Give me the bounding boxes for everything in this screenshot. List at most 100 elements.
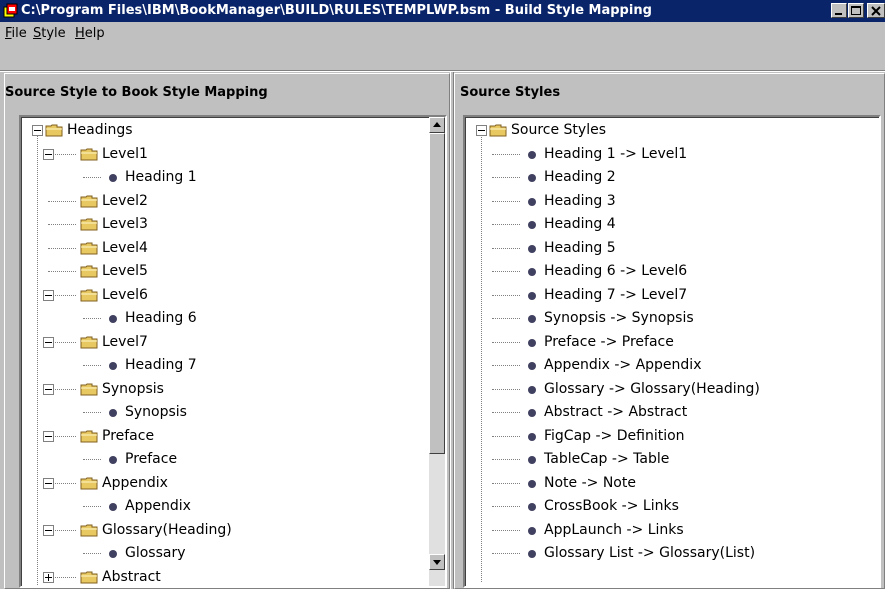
- tree-folder-node[interactable]: Level7: [21, 331, 429, 354]
- folder-icon: [489, 124, 507, 137]
- tree-leaf-node[interactable]: Appendix: [21, 495, 429, 518]
- folder-icon: [80, 383, 98, 396]
- tree-connector: [492, 553, 520, 554]
- tree-leaf-node[interactable]: Heading 2: [465, 166, 879, 189]
- bullet-icon: [528, 150, 536, 159]
- tree-connector: [492, 412, 520, 413]
- bullet-icon: [109, 315, 117, 323]
- source-styles-tree[interactable]: Source Styles Heading 1 -> Level1 Heading …: [465, 117, 879, 586]
- tree-leaf-node[interactable]: Heading 6 -> Level6: [465, 260, 879, 283]
- bullet-icon: [528, 174, 536, 182]
- scroll-up-button[interactable]: [429, 117, 445, 133]
- menu-file[interactable]: File: [5, 26, 27, 41]
- tree-leaf-node[interactable]: Appendix -> Appendix: [465, 354, 879, 377]
- vertical-scrollbar[interactable]: [429, 117, 445, 586]
- tree-leaf-node[interactable]: Heading 5: [465, 237, 879, 260]
- tree-connector: [492, 177, 520, 178]
- tree-leaf-node[interactable]: Preface: [21, 448, 429, 471]
- tree-folder-node[interactable]: Abstract: [21, 566, 429, 587]
- tree-node-label: Heading 1: [125, 169, 197, 185]
- tree-folder-node[interactable]: Level4: [21, 237, 429, 260]
- tree-folder-node[interactable]: Appendix: [21, 472, 429, 495]
- tree-folder-node[interactable]: Synopsis: [21, 378, 429, 401]
- tree-folder-node[interactable]: Level2: [21, 190, 429, 213]
- folder-icon: [80, 524, 98, 537]
- collapse-icon[interactable]: [43, 336, 54, 348]
- tree-folder-node[interactable]: Preface: [21, 425, 429, 448]
- collapse-icon[interactable]: [43, 524, 54, 536]
- scroll-thumb[interactable]: [429, 133, 445, 454]
- mapping-tree-frame: Headings Level1 Heading 1 Level2 Level3 Level…: [19, 115, 447, 588]
- tree-leaf-node[interactable]: Preface -> Preface: [465, 331, 879, 354]
- tree-node-label: FigCap -> Definition: [544, 427, 685, 444]
- tree-leaf-node[interactable]: Abstract -> Abstract: [465, 401, 879, 424]
- tree-leaf-node[interactable]: AppLaunch -> Links: [465, 519, 879, 542]
- tree-leaf-node[interactable]: Glossary List -> Glossary(List): [465, 542, 879, 565]
- tree-leaf-node[interactable]: Glossary -> Glossary(Heading): [465, 378, 879, 401]
- tree-leaf-node[interactable]: Synopsis -> Synopsis: [465, 307, 879, 330]
- tree-folder-node[interactable]: Source Styles: [465, 119, 879, 142]
- tree-leaf-node[interactable]: Heading 7: [21, 354, 429, 377]
- expand-icon[interactable]: [43, 571, 54, 583]
- bullet-icon: [528, 503, 536, 511]
- tree-node-label: Level3: [102, 216, 148, 232]
- tree-leaf-node[interactable]: Heading 1: [21, 166, 429, 189]
- bullet-icon: [528, 385, 536, 394]
- tree-folder-node[interactable]: Level6: [21, 284, 429, 307]
- tree-node-label: Level1: [102, 145, 148, 162]
- tree-leaf-node[interactable]: CrossBook -> Links: [465, 495, 879, 518]
- tree-node-label: Abstract: [102, 568, 161, 585]
- tree-leaf-node[interactable]: Heading 4: [465, 213, 879, 236]
- folder-icon: [80, 218, 98, 231]
- scroll-down-button[interactable]: [429, 554, 445, 570]
- tree-leaf-node[interactable]: Heading 6: [21, 307, 429, 330]
- maximize-button[interactable]: [848, 3, 864, 18]
- tree-node-label: Synopsis: [125, 404, 187, 420]
- tree-leaf-node[interactable]: Note -> Note: [465, 472, 879, 495]
- minimize-button[interactable]: [831, 3, 847, 18]
- menu-style[interactable]: Style: [33, 26, 66, 41]
- bullet-icon: [528, 291, 536, 300]
- tree-node-label: Glossary: [125, 545, 186, 561]
- bullet-icon: [109, 409, 117, 417]
- bullet-icon: [528, 362, 536, 370]
- tree-leaf-node[interactable]: Heading 7 -> Level7: [465, 284, 879, 307]
- mapping-tree[interactable]: Headings Level1 Heading 1 Level2 Level3 Level…: [21, 117, 429, 586]
- menu-help[interactable]: Help: [75, 26, 105, 41]
- tree-folder-node[interactable]: Level3: [21, 213, 429, 236]
- tree-leaf-node[interactable]: TableCap -> Table: [465, 448, 879, 471]
- arrow-up-icon: [433, 122, 441, 127]
- toolbar-separator: [0, 70, 885, 72]
- tree-leaf-node[interactable]: FigCap -> Definition: [465, 425, 879, 448]
- tree-leaf-node[interactable]: Glossary: [21, 542, 429, 565]
- tree-guide-line: [481, 135, 482, 582]
- tree-node-label: Appendix: [102, 474, 168, 491]
- tree-connector: [48, 224, 76, 225]
- tree-node-label: CrossBook -> Links: [544, 498, 679, 514]
- collapse-icon[interactable]: [43, 289, 54, 301]
- close-button[interactable]: [867, 3, 885, 18]
- tree-node-label: Level5: [102, 263, 148, 279]
- collapse-icon[interactable]: [43, 430, 54, 442]
- tree-leaf-node[interactable]: Heading 1 -> Level1: [465, 143, 879, 166]
- tree-folder-node[interactable]: Level5: [21, 260, 429, 283]
- tree-folder-node[interactable]: Headings: [21, 119, 429, 142]
- source-styles-panel: Source Styles Source Styles Heading 1 -> …: [454, 73, 885, 589]
- collapse-icon[interactable]: [43, 383, 54, 395]
- tree-node-label: Level4: [102, 239, 148, 256]
- tree-node-label: Heading 7 -> Level7: [544, 286, 688, 303]
- tree-connector: [492, 388, 520, 390]
- title-bar: C:\Program Files\IBM\BookManager\BUILD\R…: [0, 0, 885, 22]
- tree-connector: [492, 200, 520, 202]
- tree-leaf-node[interactable]: Heading 3: [465, 190, 879, 213]
- folder-icon: [45, 124, 63, 137]
- tree-node-label: AppLaunch -> Links: [544, 521, 684, 538]
- tree-leaf-node[interactable]: Synopsis: [21, 401, 429, 424]
- bullet-icon: [109, 174, 117, 182]
- app-icon[interactable]: [3, 3, 19, 19]
- folder-icon: [80, 148, 98, 161]
- collapse-icon[interactable]: [43, 477, 54, 489]
- collapse-icon[interactable]: [43, 148, 54, 160]
- tree-folder-node[interactable]: Level1: [21, 143, 429, 166]
- tree-folder-node[interactable]: Glossary(Heading): [21, 519, 429, 542]
